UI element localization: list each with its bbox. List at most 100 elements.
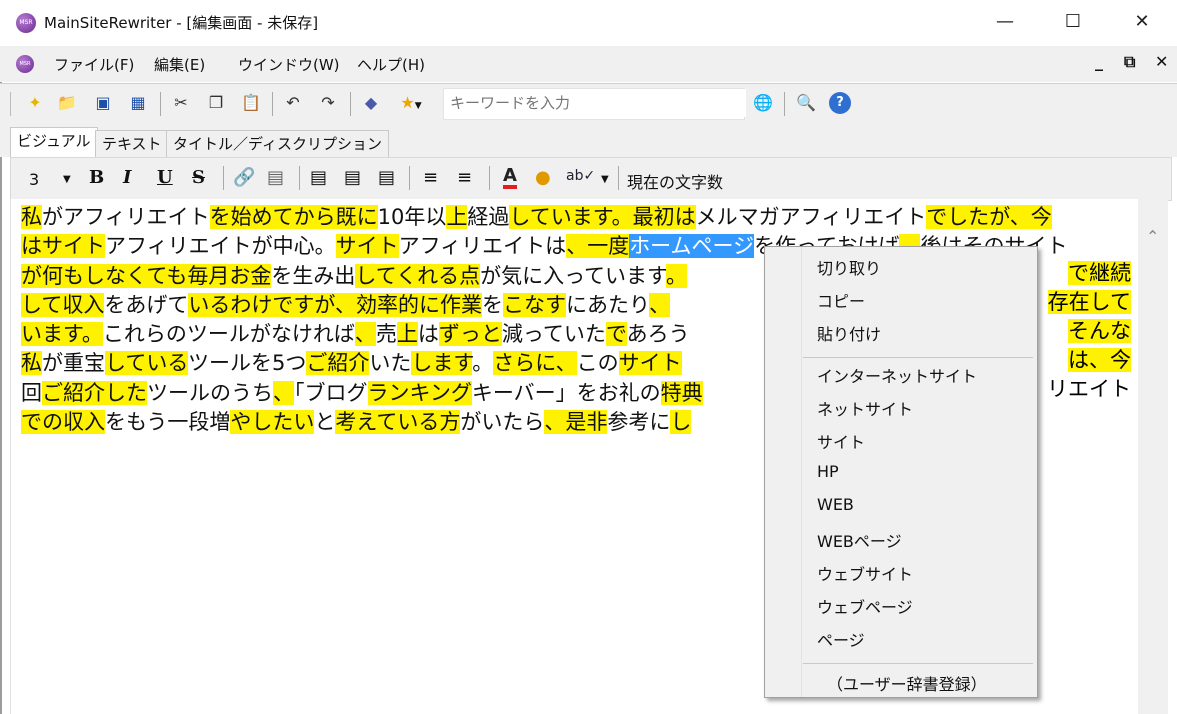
highlighted-word: 是非	[565, 410, 608, 435]
highlighted-word: 、	[354, 322, 376, 347]
text-segment: 売	[375, 322, 397, 347]
close-button[interactable]: ✕	[1113, 0, 1171, 46]
numbered-list-icon[interactable]: ≡	[423, 167, 438, 188]
toolbar-separator	[618, 166, 619, 190]
dictionary-icon[interactable]: ◆	[360, 92, 382, 114]
web-globe-icon[interactable]: 🌐	[752, 92, 774, 114]
highlighted-word: が	[21, 263, 42, 288]
undo-icon[interactable]: ↶	[282, 92, 304, 114]
mdi-close-button[interactable]: ✕	[1155, 52, 1168, 71]
highlighted-word: で	[605, 322, 627, 347]
help-icon[interactable]: ?	[829, 92, 851, 114]
text-segment: を	[481, 292, 503, 317]
highlighted-word: 、	[1089, 348, 1110, 372]
highlighted-word: で	[1068, 261, 1089, 285]
text-segment: ツールを5つ	[187, 351, 307, 376]
highlighted-word: や	[230, 410, 252, 435]
vertical-scrollbar[interactable]: ⌃	[1138, 199, 1168, 714]
cut-icon[interactable]: ✂	[170, 92, 192, 114]
context-menu-suggestion[interactable]: インターネットサイト	[817, 363, 977, 387]
highlighted-word: 効率的に	[355, 292, 440, 317]
align-center-icon[interactable]: ▤	[344, 167, 361, 188]
menu-help[interactable]: ヘルプ(H)	[357, 54, 425, 75]
context-menu-item[interactable]: （ユーザー辞書登録）	[827, 671, 987, 695]
format-toolbar: 3 ▼ B I U S 🔗 ▤ ▤ ▤ ▤ ≡ ≡ A ● ab✓ ▼ 現在の文…	[10, 157, 1172, 201]
highlighted-word: さらに	[493, 351, 556, 376]
insert-image-icon[interactable]: ▤	[267, 167, 284, 188]
highlighted-word: は	[1068, 348, 1089, 372]
context-menu-suggestion[interactable]: サイト	[817, 429, 865, 453]
highlighted-word: から	[293, 205, 336, 229]
scroll-up-icon[interactable]: ⌃	[1146, 227, 1159, 246]
tab-visual[interactable]: ビジュアル	[10, 127, 98, 158]
minimize-button[interactable]: —	[976, 0, 1034, 46]
chevron-down-icon[interactable]: ▼	[63, 174, 71, 185]
context-menu-suggestion[interactable]: HP	[817, 462, 839, 481]
bullet-list-icon[interactable]: ≡	[457, 167, 472, 188]
menu-file[interactable]: ファイル(F)	[54, 54, 134, 75]
context-menu-item[interactable]: 貼り付け	[817, 321, 881, 345]
editor-tabs: ビジュアル テキスト タイトル／ディスクリプション	[0, 125, 1177, 158]
align-left-icon[interactable]: ▤	[310, 167, 327, 188]
editor-line: 私がアフィリエイトを始めてから既に10年以上経過しています。最初はメルマガアフィ…	[21, 203, 1133, 232]
toolbar-separator	[272, 92, 273, 116]
mdi-restore-button[interactable]: ⧉	[1124, 52, 1135, 72]
context-menu-suggestion[interactable]: ウェブサイト	[817, 561, 913, 585]
text-segment: ツールのうち	[147, 380, 273, 405]
toolbar-grip	[10, 92, 11, 116]
underline-button[interactable]: U	[157, 167, 173, 188]
italic-button[interactable]: I	[123, 167, 131, 188]
redo-icon[interactable]: ↷	[317, 92, 339, 114]
keyword-search-field[interactable]	[443, 88, 746, 120]
font-size-select[interactable]: 3	[29, 170, 39, 189]
open-folder-icon[interactable]: 📁	[56, 92, 78, 114]
highlighted-word: こなす	[502, 292, 566, 317]
mdi-minimize-button[interactable]: _	[1095, 52, 1103, 71]
save-all-icon[interactable]: ▦	[127, 92, 149, 114]
text-segment: 参考に	[607, 410, 671, 435]
strikethrough-button[interactable]: S	[192, 167, 205, 188]
context-menu-suggestion[interactable]: ページ	[817, 627, 865, 651]
context-menu-suggestion[interactable]: WEB	[817, 495, 854, 514]
font-color-button[interactable]: A	[503, 167, 517, 189]
toolbar-separator	[299, 166, 300, 190]
text-segment: にあたり	[565, 292, 650, 317]
highlighted-word: 考えている	[335, 410, 440, 435]
highlighted-word: そんな	[1068, 319, 1131, 343]
binoculars-find-icon[interactable]: 🔍	[795, 92, 817, 114]
new-file-icon[interactable]: ✦	[24, 92, 46, 114]
keyword-search-input[interactable]	[444, 89, 746, 117]
text-segment: をあげて	[104, 292, 189, 317]
copy-icon[interactable]: ❐	[205, 92, 227, 114]
align-right-icon[interactable]: ▤	[378, 167, 395, 188]
context-menu-suggestion[interactable]: ウェブページ	[817, 594, 913, 618]
context-menu-suggestion[interactable]: ネットサイト	[817, 396, 913, 420]
context-menu-gutter	[801, 247, 802, 697]
maximize-button[interactable]: ☐	[1044, 0, 1102, 46]
highlighted-word: 作業	[439, 292, 482, 317]
tab-text[interactable]: テキスト	[95, 130, 169, 157]
highlighted-word: 、	[566, 234, 588, 259]
text-segment: 回	[21, 380, 42, 405]
highlight-color-icon[interactable]: ●	[535, 167, 551, 188]
text-segment: あろう	[626, 322, 690, 347]
menu-window[interactable]: ウインドウ(W)	[238, 54, 340, 75]
save-icon[interactable]: ▣	[92, 92, 114, 114]
chevron-down-icon[interactable]: ▼	[601, 174, 609, 185]
highlighted-word: 上	[446, 205, 468, 229]
msr-logo-icon[interactable]: MSR	[16, 55, 34, 73]
highlighted-word: ご紹介	[42, 380, 105, 405]
favorites-star-icon[interactable]: ★▼	[394, 92, 428, 114]
spellcheck-icon[interactable]: ab✓	[566, 168, 595, 184]
bold-button[interactable]: B	[89, 167, 104, 188]
context-menu-suggestion[interactable]: WEBページ	[817, 528, 902, 552]
menu-edit[interactable]: 編集(E)	[154, 54, 205, 75]
tab-title-description[interactable]: タイトル／ディスクリプション	[166, 130, 389, 157]
context-menu-item[interactable]: コピー	[817, 288, 865, 312]
highlighted-word: 上	[396, 322, 418, 347]
paste-icon[interactable]: 📋	[240, 92, 262, 114]
text-segment: リエイト	[1047, 377, 1131, 401]
text-segment: 経過	[467, 205, 510, 229]
hyperlink-icon[interactable]: 🔗	[233, 167, 255, 188]
context-menu-item[interactable]: 切り取り	[817, 255, 881, 279]
